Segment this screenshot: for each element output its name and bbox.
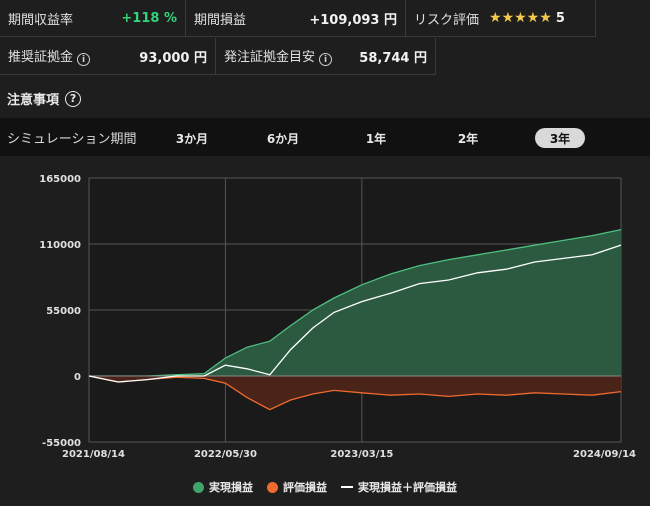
return-rate-label: 期間収益率	[8, 12, 74, 28]
order-margin-label: 発注証拠金目安	[224, 49, 316, 65]
order-margin-cell: 発注証拠金目安 i 58,744 円	[216, 38, 436, 75]
risk-label: リスク評価	[414, 12, 480, 28]
y-tick-label: 165000	[39, 174, 81, 185]
realized-dot-icon	[193, 481, 204, 493]
legend-item-total[interactable]: 実現損益＋評価損益	[341, 479, 457, 495]
period-profit-value: +109,093 円	[309, 12, 397, 28]
order-margin-value: 58,744 円	[359, 50, 427, 66]
profit-chart: -55000 0 55000 110000 165000 2021/08/14 2022/0…	[39, 174, 636, 460]
x-tick-label: 2023/03/15	[330, 449, 393, 460]
y-tick-label: 55000	[46, 306, 81, 317]
star-rating-icon: ★★★★★	[489, 10, 552, 26]
period-button-3m[interactable]: 3か月	[167, 128, 217, 148]
return-rate-cell: 期間収益率 +118 %	[0, 0, 186, 37]
period-button-1y[interactable]: 1年	[351, 128, 401, 148]
risk-value: 5	[555, 11, 565, 26]
legend-item-valuation[interactable]: 評価損益	[267, 479, 327, 495]
period-label: シミュレーション期間	[7, 131, 137, 147]
help-icon[interactable]: ?	[65, 90, 82, 107]
stats-row-1: 期間収益率 +118 % 期間損益 +109,093 円 リスク評価 ★★★★★…	[0, 0, 650, 37]
stats-row-2: 推奨証拠金 i 93,000 円 発注証拠金目安 i 58,744 円	[0, 38, 436, 75]
info-icon[interactable]: i	[77, 53, 91, 67]
period-button-3y[interactable]: 3年	[535, 128, 585, 148]
notice-link[interactable]: 注意事項 ?	[7, 89, 82, 108]
recommended-margin-label: 推奨証拠金	[8, 49, 74, 65]
info-icon[interactable]: i	[319, 53, 333, 67]
period-profit-cell: 期間損益 +109,093 円	[186, 0, 406, 37]
period-profit-label: 期間損益	[194, 12, 247, 28]
risk-cell: リスク評価 ★★★★★ 5	[406, 0, 596, 37]
period-selector: シミュレーション期間 3か月 6か月 1年 2年 3年	[0, 118, 650, 156]
chart-legend: 実現損益 評価損益 実現損益＋評価損益	[0, 479, 650, 495]
period-button-6m[interactable]: 6か月	[258, 128, 308, 148]
x-tick-label: 2021/08/14	[62, 449, 125, 460]
legend-item-realized[interactable]: 実現損益	[193, 479, 253, 495]
valuation-dot-icon	[267, 481, 278, 493]
notice-label: 注意事項	[7, 93, 60, 108]
recommended-margin-value: 93,000 円	[139, 50, 207, 66]
x-tick-label: 2024/09/14	[573, 449, 636, 460]
period-button-2y[interactable]: 2年	[443, 128, 493, 148]
recommended-margin-cell: 推奨証拠金 i 93,000 円	[0, 38, 216, 75]
total-line-icon	[341, 486, 353, 488]
y-tick-label: 110000	[39, 240, 81, 251]
return-rate-value: +118 %	[121, 10, 177, 26]
y-tick-label: -55000	[42, 438, 81, 449]
y-tick-label: 0	[74, 372, 81, 383]
x-tick-label: 2022/05/30	[194, 449, 257, 460]
